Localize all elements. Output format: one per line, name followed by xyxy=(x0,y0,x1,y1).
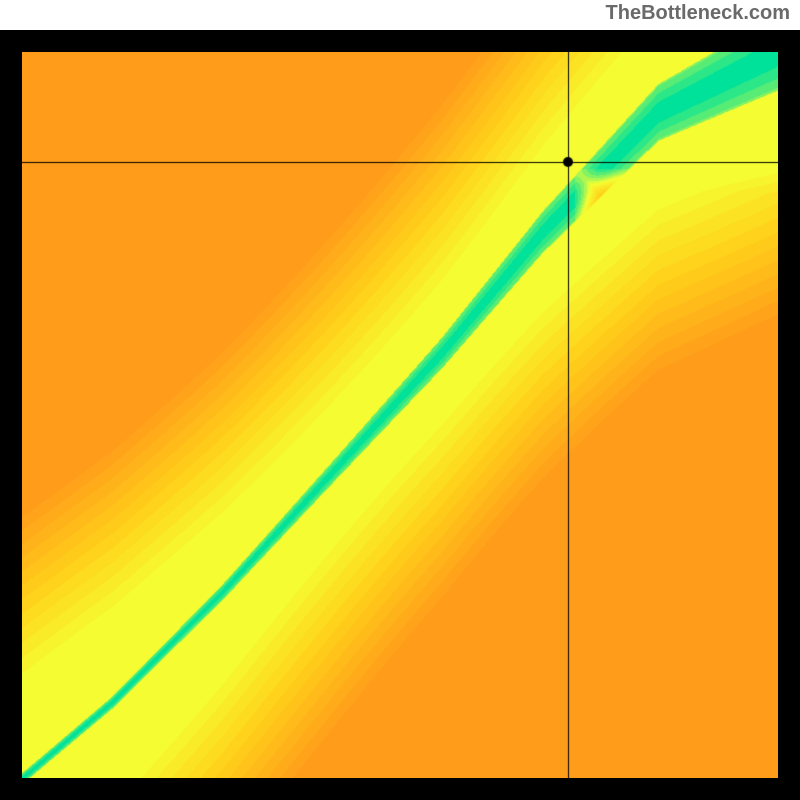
watermark-text: TheBottleneck.com xyxy=(606,2,790,25)
plot-border xyxy=(0,30,800,800)
heatmap-canvas xyxy=(22,52,778,778)
